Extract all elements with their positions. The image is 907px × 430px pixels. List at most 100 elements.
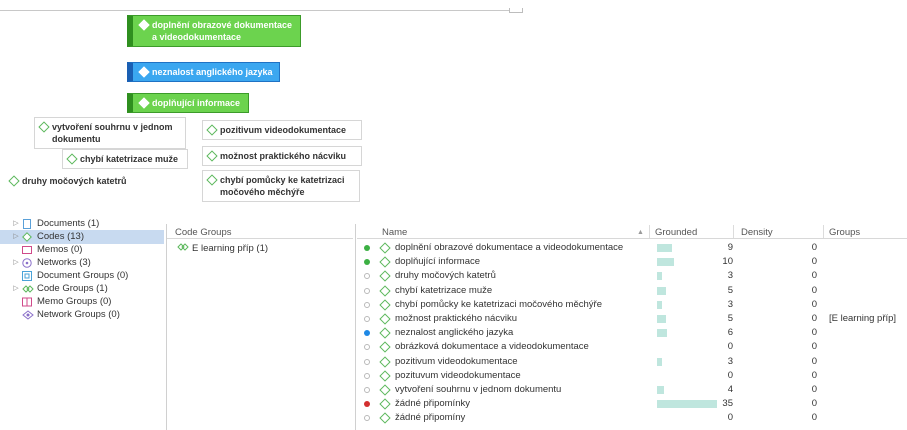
- code-group-icon: [177, 243, 189, 251]
- column-divider[interactable]: [733, 225, 734, 239]
- grounded-bar: [657, 357, 662, 366]
- table-row[interactable]: druhy močových katetrů 3 0: [357, 269, 907, 283]
- code-diamond-icon: [379, 313, 391, 325]
- grounded-bar: [657, 329, 667, 338]
- grounded-bar: [657, 272, 662, 281]
- grounded-bar: [657, 315, 666, 323]
- code-name: pozituvum videodokumentace: [395, 369, 521, 381]
- code-groups-header[interactable]: Code Groups: [175, 227, 232, 238]
- code-color-dot: [364, 330, 370, 337]
- tree-item[interactable]: Memos (0): [0, 243, 164, 257]
- code-diamond-icon: [379, 242, 391, 254]
- code-name: možnost praktického nácviku: [395, 313, 517, 324]
- network-node[interactable]: pozitivum videodokumentace: [202, 120, 362, 140]
- code-group-icon: [22, 284, 34, 294]
- density-value: 0: [811, 313, 817, 324]
- expand-arrow-icon[interactable]: ▷: [12, 282, 20, 296]
- density-value: 0: [811, 298, 817, 310]
- tree-item-label: Documents (1): [37, 218, 100, 229]
- network-node[interactable]: doplnění obrazové dokumentace a videodok…: [127, 15, 301, 47]
- canvas-divider: [0, 10, 522, 11]
- network-node[interactable]: vytvoření souhrnu v jednom dokumentu: [34, 117, 186, 149]
- density-value: 0: [811, 412, 817, 424]
- codes-table: Name ▲ Grounded Density Groups doplnění …: [357, 222, 907, 430]
- network-node[interactable]: druhy močových katetrů: [6, 172, 140, 190]
- network-node[interactable]: chybí katetrizace muže: [62, 149, 188, 169]
- table-row[interactable]: chybí pomůcky ke katetrizaci močového mě…: [357, 298, 907, 312]
- expand-arrow-icon[interactable]: ▷: [12, 256, 20, 270]
- table-row[interactable]: neznalost anglického jazyka 6 0: [357, 326, 907, 340]
- code-color-dot: [364, 316, 370, 322]
- code-name: vytvoření souhrnu v jednom dokumentu: [395, 384, 562, 395]
- code-diamond-icon: [379, 284, 391, 297]
- code-group-item[interactable]: E learning příp (1): [177, 242, 268, 254]
- grounded-value: 0: [727, 412, 733, 424]
- table-row[interactable]: vytvoření souhrnu v jednom dokumentu 4 0: [357, 383, 907, 397]
- code-diamond-icon: [138, 19, 150, 31]
- tree-item[interactable]: ▷ Documents (1): [0, 217, 164, 231]
- code-name: druhy močových katetrů: [395, 270, 496, 282]
- tree-item[interactable]: ▷ Networks (3): [0, 256, 164, 270]
- expand-arrow-icon[interactable]: ▷: [12, 230, 20, 244]
- table-row[interactable]: pozitivum videodokumentace 3 0: [357, 355, 907, 369]
- grounded-value: 0: [727, 341, 733, 353]
- grounded-value: 3: [727, 298, 733, 310]
- tree-item[interactable]: Document Groups (0): [0, 269, 164, 283]
- table-row[interactable]: žádné připomínky 35 0: [357, 397, 907, 411]
- document-icon: [22, 219, 32, 229]
- table-row[interactable]: pozituvum videodokumentace 0 0: [357, 369, 907, 383]
- code-diamond-icon: [379, 384, 391, 396]
- document-group-icon: [22, 271, 32, 281]
- sort-ascending-icon: ▲: [637, 229, 644, 236]
- grounded-bar: [657, 258, 674, 267]
- density-value: 0: [811, 355, 817, 367]
- tree-item[interactable]: Memo Groups (0): [0, 295, 164, 309]
- tree-item-label: Memo Groups (0): [37, 296, 112, 307]
- table-row[interactable]: doplnění obrazové dokumentace a videodok…: [357, 241, 907, 255]
- tree-item-label: Codes (13): [37, 231, 84, 242]
- network-node[interactable]: doplňující informace: [127, 93, 249, 113]
- header-divider: [357, 238, 907, 239]
- network-node[interactable]: chybí pomůcky ke katetrizaci močového mě…: [202, 170, 360, 202]
- code-name: pozitivum videodokumentace: [395, 355, 518, 367]
- code-diamond-icon: [206, 174, 218, 186]
- code-diamond-icon: [379, 355, 391, 368]
- density-value: 0: [811, 398, 817, 410]
- density-value: 0: [811, 384, 817, 395]
- column-divider[interactable]: [649, 225, 650, 239]
- code-color-dot: [364, 401, 370, 408]
- grounded-value: 4: [727, 384, 733, 395]
- grounded-value: 5: [727, 284, 733, 296]
- code-diamond-icon: [379, 412, 391, 425]
- tree-item[interactable]: Network Groups (0): [0, 308, 164, 322]
- code-diamond-icon: [138, 66, 150, 78]
- table-row[interactable]: doplňující informace 10 0: [357, 255, 907, 269]
- tree-item[interactable]: ▷ Codes (13): [0, 230, 164, 244]
- column-header-groups[interactable]: Groups: [829, 227, 860, 238]
- table-row[interactable]: chybí katetrizace muže 5 0: [357, 284, 907, 298]
- tree-item-label: Networks (3): [37, 257, 91, 268]
- code-diamond-icon: [22, 232, 32, 242]
- memo-icon: [22, 245, 32, 255]
- tree-item[interactable]: ▷ Code Groups (1): [0, 282, 164, 296]
- column-header-density[interactable]: Density: [741, 227, 773, 238]
- column-header-grounded[interactable]: Grounded: [655, 227, 697, 238]
- network-canvas[interactable]: doplnění obrazové dokumentace a videodok…: [0, 0, 907, 212]
- table-row[interactable]: možnost praktického nácviku 5 0 [E learning…: [357, 312, 907, 326]
- network-node[interactable]: neznalost anglického jazyka: [127, 62, 280, 82]
- table-row[interactable]: žádné připomíny 0 0: [357, 411, 907, 425]
- code-color-dot: [364, 259, 370, 266]
- grounded-value: 6: [727, 327, 733, 339]
- network-node[interactable]: možnost praktického nácviku: [202, 146, 362, 166]
- pane-splitter[interactable]: [355, 224, 356, 430]
- code-color-dot: [364, 358, 370, 365]
- column-header-name[interactable]: Name: [382, 227, 407, 238]
- splitter-handle[interactable]: [509, 8, 523, 13]
- column-divider[interactable]: [823, 225, 824, 239]
- code-diamond-icon: [379, 299, 391, 311]
- table-row[interactable]: obrázková dokumentace a videodokumentace…: [357, 340, 907, 354]
- grounded-value: 3: [727, 270, 733, 282]
- expand-arrow-icon[interactable]: ▷: [12, 217, 20, 231]
- code-diamond-icon: [66, 153, 78, 165]
- code-diamond-icon: [206, 150, 218, 162]
